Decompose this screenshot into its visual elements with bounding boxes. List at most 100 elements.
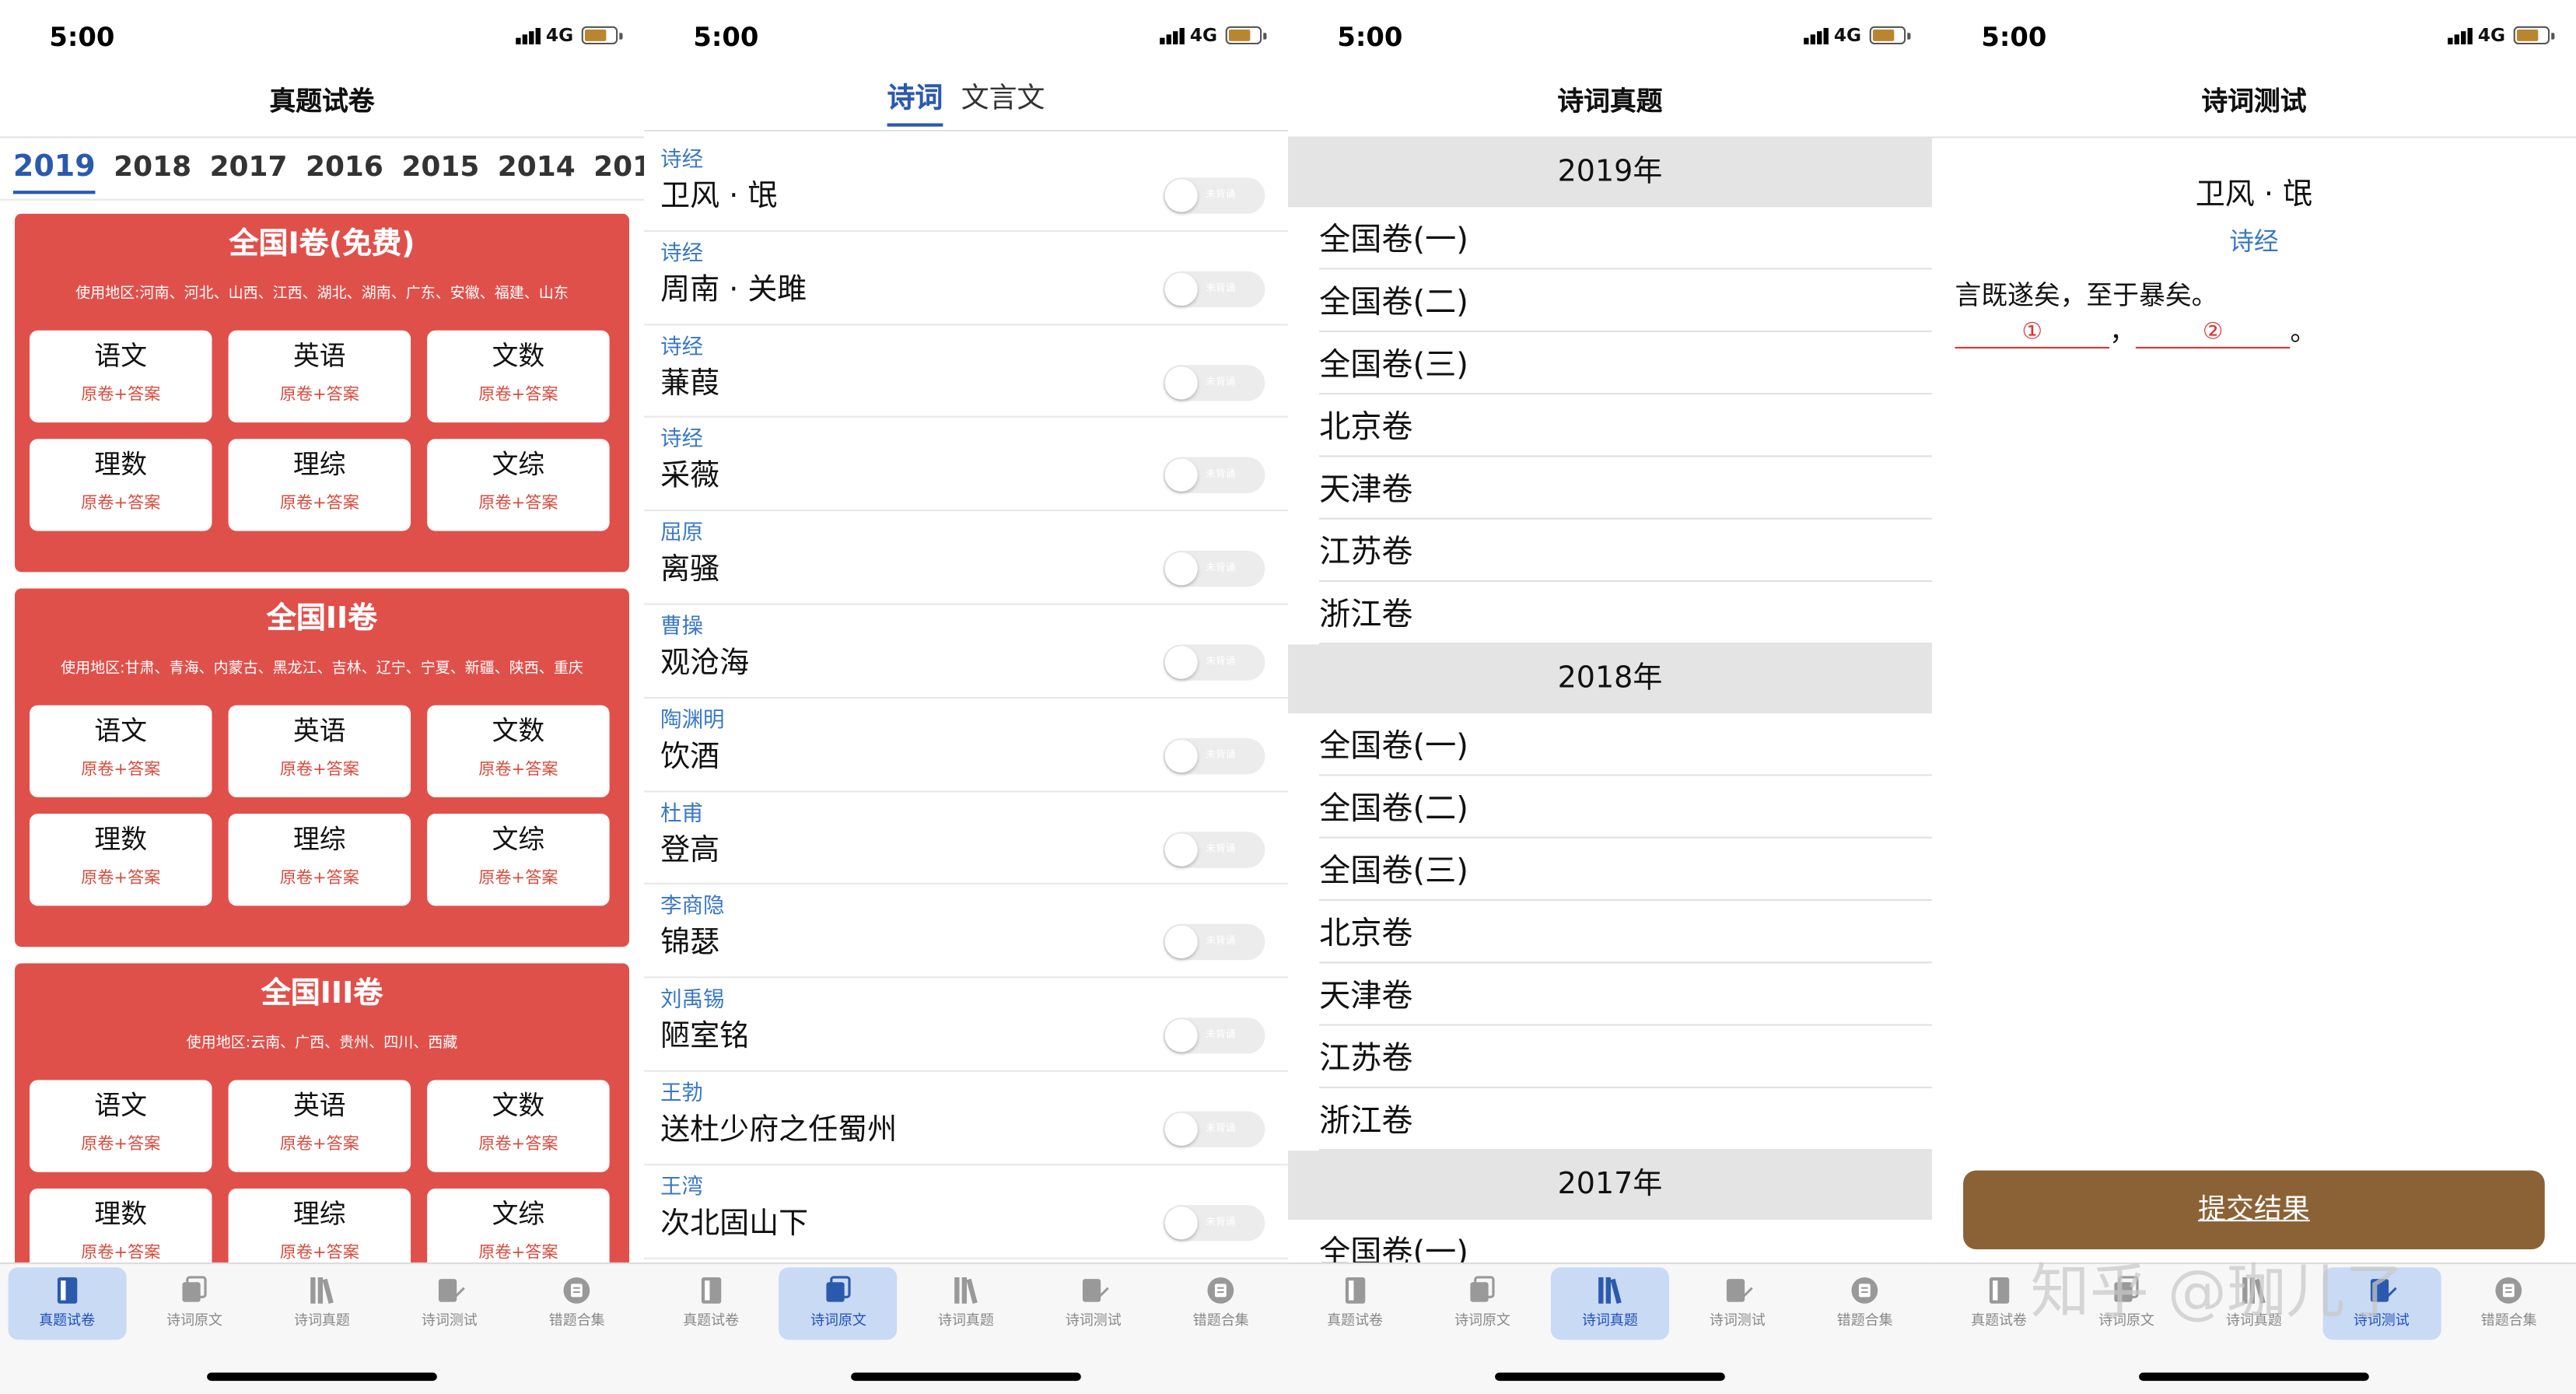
memorized-toggle[interactable]: 未背诵 bbox=[1163, 737, 1265, 774]
memorized-toggle[interactable]: 未背诵 bbox=[1163, 1204, 1265, 1241]
year-tab[interactable]: 2013 bbox=[589, 138, 644, 198]
home-indicator[interactable] bbox=[1495, 1372, 1725, 1382]
tab-mistakes[interactable]: 错题合集 bbox=[518, 1267, 636, 1340]
memorized-toggle[interactable]: 未背诵 bbox=[1163, 644, 1265, 681]
paper-answer-link[interactable]: 原卷+答案 bbox=[427, 489, 609, 521]
paper-answer-link[interactable]: 原卷+答案 bbox=[229, 863, 411, 895]
memorized-toggle[interactable]: 未背诵 bbox=[1163, 551, 1265, 587]
subject-card[interactable]: 英语 原卷+答案 bbox=[228, 330, 411, 423]
tab-poem-test[interactable]: 诗词测试 bbox=[1034, 1267, 1153, 1340]
paper-answer-link[interactable]: 原卷+答案 bbox=[427, 1130, 609, 1162]
subject-card[interactable]: 文综 原卷+答案 bbox=[427, 439, 610, 531]
list-item[interactable]: 诗经 采薇 未背诵 bbox=[643, 419, 1288, 512]
subject-card[interactable]: 英语 原卷+答案 bbox=[228, 705, 411, 797]
list-item[interactable]: 全国卷(三) bbox=[1319, 332, 1932, 395]
memorized-toggle[interactable]: 未背诵 bbox=[1163, 271, 1265, 307]
paper-answer-link[interactable]: 原卷+答案 bbox=[30, 1130, 212, 1162]
list-item[interactable]: 陶渊明 饮酒 未背诵 bbox=[643, 699, 1288, 792]
subject-card[interactable]: 语文 原卷+答案 bbox=[30, 1080, 212, 1172]
list-item[interactable]: 全国卷(二) bbox=[1319, 270, 1932, 332]
list-item[interactable]: 刘禹锡 陋室铭 未背诵 bbox=[643, 979, 1288, 1072]
paper-answer-link[interactable]: 原卷+答案 bbox=[229, 380, 411, 412]
subject-card[interactable]: 文数 原卷+答案 bbox=[427, 705, 610, 797]
blank-input-2[interactable]: ② bbox=[2135, 319, 2291, 348]
subject-card[interactable]: 理数 原卷+答案 bbox=[30, 439, 212, 531]
subject-card[interactable]: 理综 原卷+答案 bbox=[228, 439, 411, 531]
blank-input-1[interactable]: ① bbox=[1955, 319, 2110, 348]
home-indicator[interactable] bbox=[2139, 1372, 2369, 1382]
year-tab[interactable]: 2019 bbox=[9, 138, 101, 198]
year-tab[interactable]: 2018 bbox=[109, 138, 197, 198]
paper-answer-link[interactable]: 原卷+答案 bbox=[30, 380, 212, 412]
subject-card[interactable]: 理数 原卷+答案 bbox=[30, 814, 212, 906]
memorized-toggle[interactable]: 未背诵 bbox=[1163, 924, 1265, 961]
tab-mistakes[interactable]: 错题合集 bbox=[1162, 1267, 1280, 1340]
list-item[interactable]: 浙江卷 bbox=[1319, 1088, 1932, 1151]
submit-button[interactable]: 提交结果 bbox=[1963, 1170, 2545, 1250]
list-item[interactable]: 李商隐 锦瑟 未背诵 bbox=[643, 885, 1288, 979]
list-item[interactable]: 全国卷(一) bbox=[1319, 713, 1932, 776]
year-tab[interactable]: 2017 bbox=[205, 138, 292, 198]
home-indicator[interactable] bbox=[207, 1372, 437, 1382]
tab-poem-text[interactable]: 诗词原文 bbox=[779, 1267, 898, 1340]
list-item[interactable]: 天津卷 bbox=[1319, 963, 1932, 1026]
list-item[interactable]: 诗经 蒹葭 未背诵 bbox=[643, 325, 1288, 419]
subject-card[interactable]: 文数 原卷+答案 bbox=[427, 330, 610, 423]
subject-card[interactable]: 文综 原卷+答案 bbox=[427, 814, 610, 906]
paper-answer-link[interactable]: 原卷+答案 bbox=[427, 380, 609, 412]
tab-poem-text[interactable]: 诗词原文 bbox=[1423, 1267, 1542, 1340]
tab-poem-test[interactable]: 诗词测试 bbox=[1678, 1267, 1797, 1340]
tab-exam-papers[interactable]: 真题试卷 bbox=[8, 1267, 127, 1340]
subject-card[interactable]: 英语 原卷+答案 bbox=[228, 1080, 411, 1172]
tab-mistakes[interactable]: 错题合集 bbox=[2450, 1267, 2568, 1340]
list-item[interactable]: 王勃 送杜少府之任蜀州 未背诵 bbox=[643, 1072, 1288, 1165]
tab-exam-papers[interactable]: 真题试卷 bbox=[1296, 1267, 1414, 1340]
memorized-toggle[interactable]: 未背诵 bbox=[1163, 831, 1265, 867]
memorized-toggle[interactable]: 未背诵 bbox=[1163, 457, 1265, 494]
memorized-toggle[interactable]: 未背诵 bbox=[1163, 1111, 1265, 1147]
tab-poem-test[interactable]: 诗词测试 bbox=[390, 1267, 509, 1340]
list-item[interactable]: 杜甫 登高 未背诵 bbox=[643, 792, 1288, 885]
list-item[interactable]: 天津卷 bbox=[1319, 457, 1932, 520]
tab-mistakes[interactable]: 错题合集 bbox=[1806, 1267, 1924, 1340]
home-indicator[interactable] bbox=[851, 1372, 1081, 1382]
subject-card[interactable]: 理综 原卷+答案 bbox=[228, 814, 411, 906]
list-item[interactable]: 全国卷(一) bbox=[1319, 207, 1932, 270]
tab-poem-exams[interactable]: 诗词真题 bbox=[263, 1267, 381, 1340]
year-tab[interactable]: 2014 bbox=[492, 138, 580, 198]
list-item[interactable]: 诗经 周南 · 关雎 未背诵 bbox=[643, 232, 1288, 325]
paper-answer-link[interactable]: 原卷+答案 bbox=[30, 863, 212, 895]
memorized-toggle[interactable]: 未背诵 bbox=[1163, 1017, 1265, 1054]
list-item[interactable]: 江苏卷 bbox=[1319, 1026, 1932, 1088]
tab-poem-exams[interactable]: 诗词真题 bbox=[907, 1267, 1025, 1340]
list-item[interactable]: 全国卷(二) bbox=[1319, 776, 1932, 839]
list-item[interactable]: 王湾 次北固山下 未背诵 bbox=[643, 1165, 1288, 1259]
tab-poem-text[interactable]: 诗词原文 bbox=[135, 1267, 254, 1340]
list-item[interactable]: 北京卷 bbox=[1319, 394, 1932, 457]
list-item[interactable]: 北京卷 bbox=[1319, 901, 1932, 964]
tab-poems[interactable]: 诗词 bbox=[887, 72, 943, 127]
memorized-toggle[interactable]: 未背诵 bbox=[1163, 177, 1265, 214]
paper-answer-link[interactable]: 原卷+答案 bbox=[229, 489, 411, 521]
list-item[interactable]: 全国卷(三) bbox=[1319, 839, 1932, 902]
year-tab[interactable]: 2015 bbox=[397, 138, 485, 198]
tab-exam-papers[interactable]: 真题试卷 bbox=[652, 1267, 770, 1340]
subject-card[interactable]: 文数 原卷+答案 bbox=[427, 1080, 610, 1172]
tab-classical-prose[interactable]: 文言文 bbox=[961, 72, 1045, 125]
tab-poem-exams[interactable]: 诗词真题 bbox=[1550, 1267, 1669, 1340]
paper-answer-link[interactable]: 原卷+答案 bbox=[30, 755, 212, 787]
subject-card[interactable]: 语文 原卷+答案 bbox=[30, 330, 212, 423]
paper-answer-link[interactable]: 原卷+答案 bbox=[229, 1130, 411, 1162]
list-item[interactable]: 诗经 卫风 · 氓未背诵 bbox=[643, 138, 1288, 232]
subject-card[interactable]: 语文 原卷+答案 bbox=[30, 705, 212, 797]
year-tab[interactable]: 2016 bbox=[301, 138, 389, 198]
memorized-toggle[interactable]: 未背诵 bbox=[1163, 364, 1265, 401]
list-item[interactable]: 浙江卷 bbox=[1319, 582, 1932, 645]
paper-answer-link[interactable]: 原卷+答案 bbox=[30, 489, 212, 521]
paper-answer-link[interactable]: 原卷+答案 bbox=[427, 755, 609, 787]
list-item[interactable]: 曹操 观沧海 未背诵 bbox=[643, 605, 1288, 699]
paper-answer-link[interactable]: 原卷+答案 bbox=[427, 863, 609, 895]
list-item[interactable]: 屈原 离骚 未背诵 bbox=[643, 512, 1288, 605]
paper-answer-link[interactable]: 原卷+答案 bbox=[229, 755, 411, 787]
list-item[interactable]: 江苏卷 bbox=[1319, 520, 1932, 583]
